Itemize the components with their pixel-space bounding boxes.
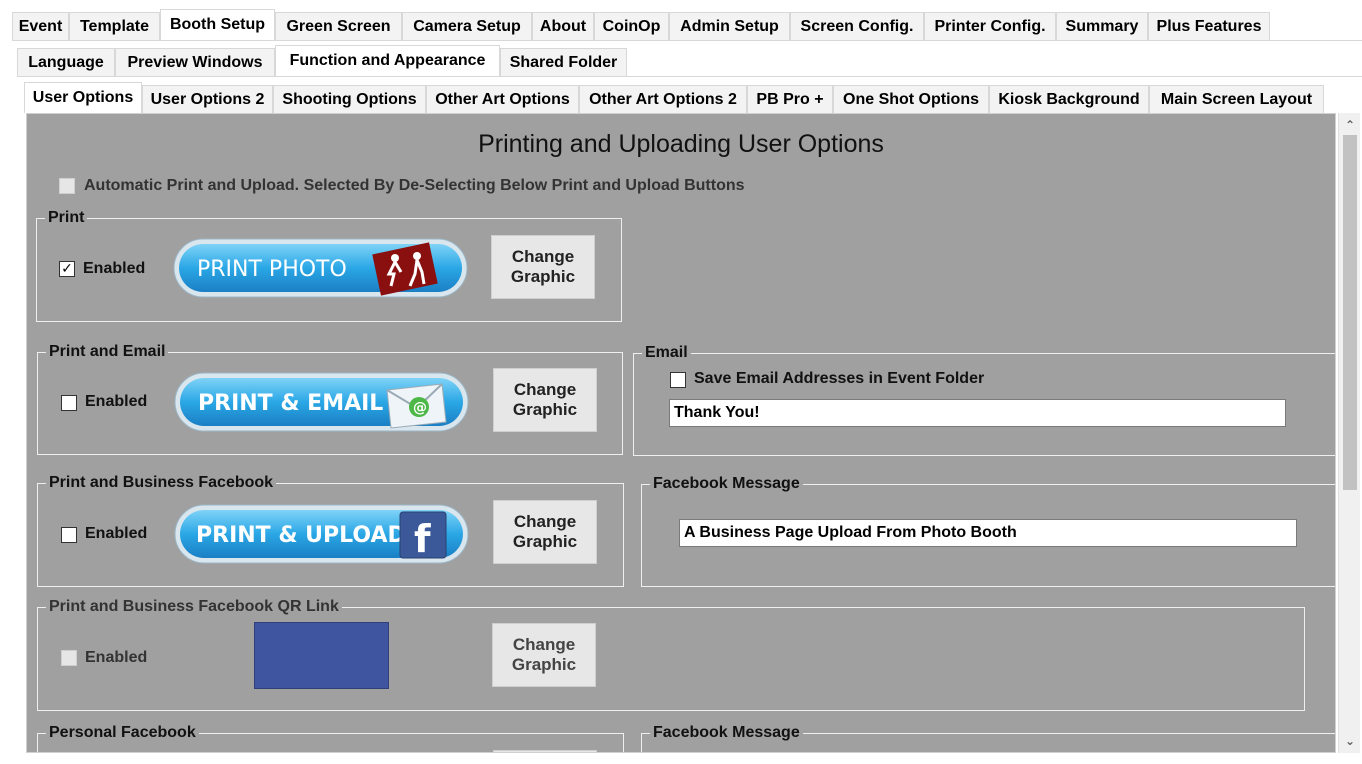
tab-event[interactable]: Event — [12, 12, 69, 40]
tabrow-1-baseline — [12, 40, 1362, 41]
change-graphic-line2: Graphic — [511, 655, 577, 674]
print-enabled-checkbox[interactable]: ✓ — [59, 261, 75, 277]
print-email-change-graphic-button[interactable]: Change Graphic — [493, 368, 597, 432]
change-graphic-line1: Change — [513, 512, 577, 531]
change-graphic-line2: Graphic — [512, 400, 578, 419]
email-group-legend: Email — [645, 344, 688, 361]
facebook-message-input[interactable]: A Business Page Upload From Photo Booth — [679, 519, 1297, 547]
change-graphic-line2: Graphic — [512, 532, 578, 551]
change-graphic-line1: Change — [511, 247, 575, 266]
print-fb-qr-change-graphic-button[interactable]: Change Graphic — [492, 623, 596, 687]
auto-print-upload-checkbox[interactable] — [59, 178, 75, 194]
scroll-down-icon[interactable]: ⌄ — [1339, 731, 1361, 751]
tab-other-art-options-2[interactable]: Other Art Options 2 — [579, 85, 747, 113]
facebook-message-legend: Facebook Message — [653, 475, 800, 492]
print-fb-qr-group: Print and Business Facebook QR Link — [37, 599, 1305, 711]
print-photo-button-graphic[interactable]: PRINT PHOTO — [173, 238, 468, 298]
print-upload-button-graphic[interactable]: PRINT & UPLOAD f — [174, 504, 469, 564]
print-photo-button-text: PRINT PHOTO — [197, 257, 347, 282]
print-group-legend: Print — [48, 209, 85, 226]
tabrow-2-baseline — [17, 76, 1362, 77]
panel-title: Printing and Uploading User Options — [478, 130, 884, 158]
tab-shared-folder[interactable]: Shared Folder — [500, 48, 627, 76]
tab-template[interactable]: Template — [69, 12, 160, 40]
tab-kiosk-background[interactable]: Kiosk Background — [989, 85, 1149, 113]
save-email-checkbox[interactable] — [670, 372, 686, 388]
tab-preview-windows[interactable]: Preview Windows — [115, 48, 275, 76]
print-fb-qr-enabled-checkbox[interactable] — [61, 650, 77, 666]
tab-screen-config[interactable]: Screen Config. — [790, 12, 924, 40]
personal-facebook-legend: Personal Facebook — [49, 724, 196, 741]
tab-other-art-options[interactable]: Other Art Options — [426, 85, 579, 113]
tab-green-screen[interactable]: Green Screen — [275, 12, 402, 40]
tab-about[interactable]: About — [532, 12, 594, 40]
personal-fb-change-graphic-button[interactable] — [493, 750, 597, 752]
tab-printer-config[interactable]: Printer Config. — [924, 12, 1056, 40]
print-fb-enabled-checkbox[interactable] — [61, 527, 77, 543]
personal-facebook-group: Personal Facebook — [37, 724, 624, 752]
change-graphic-line2: Graphic — [510, 267, 576, 286]
envelope-icon: @ — [386, 383, 447, 429]
tab-camera-setup[interactable]: Camera Setup — [402, 12, 532, 40]
tab-admin-setup[interactable]: Admin Setup — [669, 12, 790, 40]
print-fb-qr-enabled-label: Enabled — [85, 649, 148, 666]
print-email-button-text: PRINT & EMAIL — [198, 391, 383, 416]
svg-text:@: @ — [413, 400, 427, 416]
tab-user-options[interactable]: User Options — [24, 82, 142, 113]
tab-booth-setup[interactable]: Booth Setup — [160, 9, 275, 40]
facebook-icon: f — [399, 511, 447, 561]
print-change-graphic-button[interactable]: Change Graphic — [491, 235, 595, 299]
tab-plus-features[interactable]: Plus Features — [1148, 12, 1270, 40]
tab-function-appearance[interactable]: Function and Appearance — [275, 45, 500, 76]
check-mark-icon: ✓ — [61, 260, 73, 276]
print-email-enabled-label: Enabled — [85, 393, 148, 410]
change-graphic-line1: Change — [513, 380, 577, 399]
email-message-input[interactable]: Thank You! — [669, 399, 1286, 427]
print-business-facebook-legend: Print and Business Facebook — [49, 474, 274, 491]
tab-one-shot-options[interactable]: One Shot Options — [833, 85, 989, 113]
scroll-up-icon[interactable]: ⌃ — [1339, 115, 1361, 135]
print-enabled-label: Enabled — [83, 260, 146, 277]
print-fb-enabled-label: Enabled — [85, 525, 148, 542]
change-graphic-line1: Change — [512, 635, 576, 654]
tab-summary[interactable]: Summary — [1056, 12, 1148, 40]
print-fb-change-graphic-button[interactable]: Change Graphic — [493, 500, 597, 564]
tab-coinop[interactable]: CoinOp — [594, 12, 669, 40]
qr-graphic-placeholder[interactable] — [254, 622, 389, 689]
tab-pb-pro-plus[interactable]: PB Pro + — [747, 85, 833, 113]
tab-language[interactable]: Language — [17, 48, 115, 76]
auto-print-upload-label: Automatic Print and Upload. Selected By … — [84, 177, 745, 194]
tab-shooting-options[interactable]: Shooting Options — [273, 85, 426, 113]
facebook-message-group-2: Facebook Message — [641, 724, 1335, 752]
print-email-enabled-checkbox[interactable] — [61, 395, 77, 411]
print-fb-qr-legend: Print and Business Facebook QR Link — [49, 598, 339, 615]
vertical-scrollbar[interactable]: ⌃ ⌄ — [1338, 113, 1360, 753]
svg-text:f: f — [414, 517, 431, 561]
print-email-button-graphic[interactable]: PRINT & EMAIL @ — [174, 372, 469, 432]
facebook-message-2-legend: Facebook Message — [653, 724, 800, 741]
print-email-group-legend: Print and Email — [49, 343, 166, 360]
save-email-label: Save Email Addresses in Event Folder — [694, 370, 985, 387]
scrollbar-thumb[interactable] — [1343, 135, 1357, 490]
user-options-panel: Printing and Uploading User Options Auto… — [26, 113, 1336, 753]
tab-user-options-2[interactable]: User Options 2 — [142, 85, 273, 113]
tab-main-screen-layout[interactable]: Main Screen Layout — [1149, 85, 1324, 113]
print-upload-button-text: PRINT & UPLOAD — [196, 523, 406, 548]
